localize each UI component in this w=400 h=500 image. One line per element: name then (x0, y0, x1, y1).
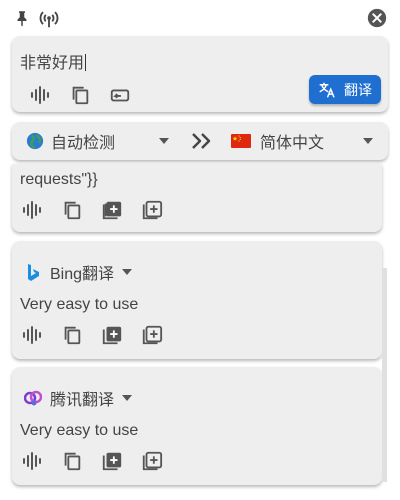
service-select-bing[interactable]: Bing翻译 (24, 260, 133, 284)
speak-icon[interactable] (21, 324, 43, 346)
add-box-outline-icon[interactable] (141, 199, 163, 221)
china-flag-icon (231, 134, 251, 148)
top-toolbar (0, 0, 400, 34)
add-box-outline-icon[interactable] (141, 324, 163, 346)
translate-button-label: 翻译 (344, 81, 372, 98)
speak-icon[interactable] (21, 450, 43, 472)
target-dropdown-arrow-icon[interactable] (363, 138, 373, 144)
pin-icon[interactable] (13, 9, 31, 27)
service-name-bing: Bing翻译 (50, 266, 115, 283)
replace-icon[interactable] (109, 84, 131, 106)
tencent-logo-icon (24, 389, 42, 407)
translate-button[interactable]: 翻译 (309, 75, 381, 104)
chevron-down-icon (122, 269, 133, 275)
result-card-1: requests"}} (12, 164, 382, 232)
source-dropdown-arrow-icon[interactable] (159, 138, 169, 144)
globe-icon (26, 132, 44, 150)
target-language-label: 简体中文 (260, 135, 325, 152)
target-language-select[interactable]: 简体中文 (231, 122, 324, 160)
add-box-icon[interactable] (101, 324, 123, 346)
copy-icon[interactable] (61, 450, 83, 472)
copy-icon[interactable] (61, 324, 83, 346)
copy-icon[interactable] (61, 199, 83, 221)
result-text-tencent: Very easy to use (20, 422, 139, 439)
service-select-tencent[interactable]: 腾讯翻译 (24, 386, 133, 410)
swap-languages-icon[interactable] (190, 131, 214, 151)
close-icon[interactable] (366, 7, 388, 29)
source-language-label: 自动检测 (51, 135, 116, 152)
speak-icon[interactable] (21, 199, 43, 221)
result-actions-1 (21, 199, 181, 221)
scrollbar[interactable] (382, 268, 387, 482)
result-actions-tencent (21, 450, 181, 472)
result-actions-bing (21, 324, 181, 346)
bing-logo-icon (24, 263, 42, 281)
input-actions (29, 84, 149, 106)
result-text-1: requests"}} (20, 171, 98, 188)
source-text-input[interactable]: 非常好用 (20, 49, 87, 73)
speak-icon[interactable] (29, 84, 51, 106)
add-box-icon[interactable] (101, 450, 123, 472)
language-bar: 自动检测 简体中文 (12, 122, 388, 160)
source-text: 非常好用 (20, 55, 85, 72)
copy-icon[interactable] (69, 84, 91, 106)
add-box-icon[interactable] (101, 199, 123, 221)
source-language-select[interactable]: 自动检测 (26, 122, 115, 160)
result-card-tencent: 腾讯翻译 Very easy to use (12, 367, 382, 485)
translate-icon (318, 81, 336, 99)
chevron-down-icon (122, 395, 133, 401)
text-caret (85, 54, 87, 71)
radio-tower-icon[interactable] (38, 8, 60, 30)
service-name-tencent: 腾讯翻译 (50, 392, 115, 409)
add-box-outline-icon[interactable] (141, 450, 163, 472)
result-card-bing: Bing翻译 Very easy to use (12, 241, 382, 359)
result-text-bing: Very easy to use (20, 296, 139, 313)
